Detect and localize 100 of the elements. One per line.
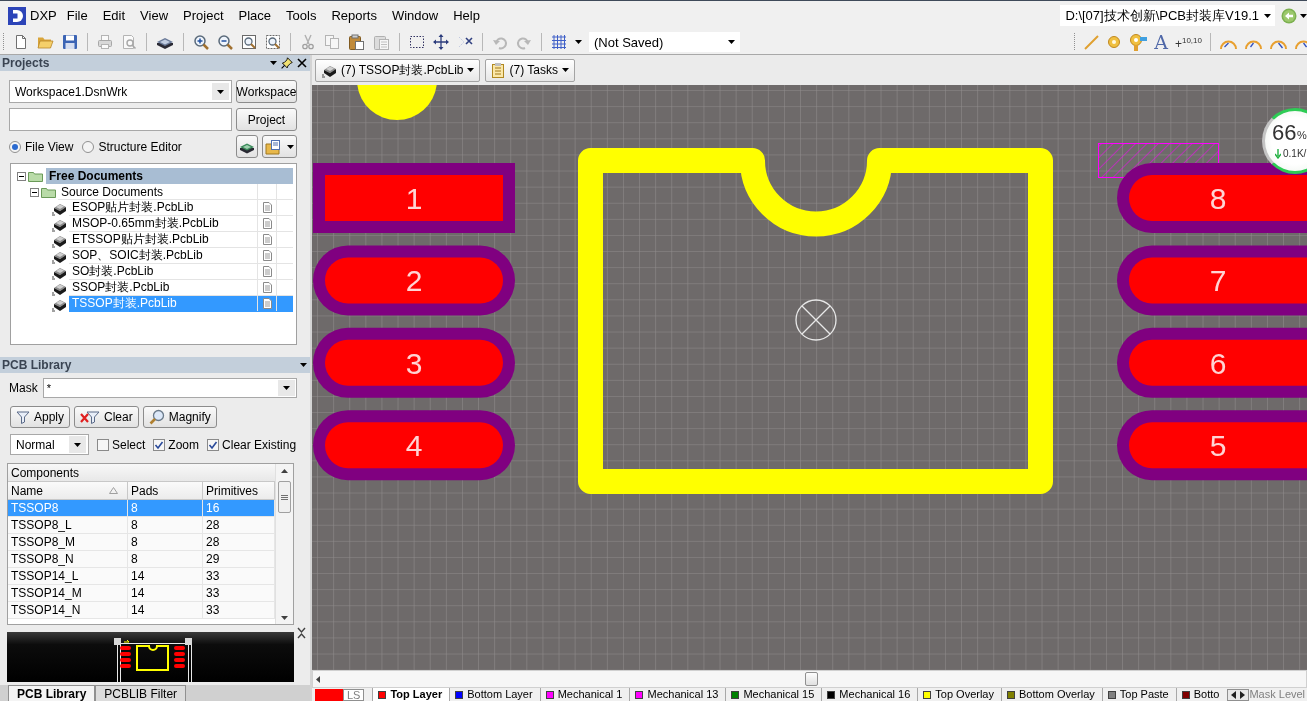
filter-button[interactable]: Clear bbox=[74, 406, 139, 428]
mask-field[interactable]: * bbox=[42, 378, 297, 398]
magnifier-icon[interactable] bbox=[148, 409, 165, 425]
toolbar-grip[interactable] bbox=[2, 32, 5, 52]
text-tool[interactable]: A bbox=[1154, 32, 1168, 52]
panel-menu-caret-icon[interactable] bbox=[270, 61, 277, 65]
select-area-icon[interactable] bbox=[409, 34, 425, 50]
project-menu-button[interactable] bbox=[262, 135, 297, 158]
option-checkbox[interactable]: Select bbox=[97, 437, 146, 452]
new-document-icon[interactable] bbox=[13, 34, 29, 50]
option-checkbox[interactable]: Clear Existing bbox=[207, 437, 297, 452]
table-row[interactable]: TSSOP8_N 8 29 bbox=[8, 551, 275, 568]
tab-scroll-icon[interactable] bbox=[1227, 688, 1250, 701]
layer-tab[interactable]: Top Overlay bbox=[917, 688, 1001, 701]
filter-button[interactable]: Apply bbox=[10, 406, 71, 428]
preview-panel[interactable] bbox=[7, 632, 294, 682]
layer-tab[interactable]: Bottom Layer bbox=[449, 688, 540, 701]
menu-item[interactable]: View bbox=[140, 8, 169, 23]
dropdown-caret-icon[interactable] bbox=[1264, 13, 1271, 18]
tree-item[interactable]: ESOP贴片封装.PcbLib bbox=[69, 200, 293, 216]
scroll-down-icon[interactable] bbox=[281, 616, 288, 620]
menu-item[interactable]: Project bbox=[183, 8, 224, 23]
zoom-out-icon[interactable] bbox=[217, 34, 233, 50]
document-tab[interactable]: (7) TSSOP封装.PcbLib bbox=[315, 58, 481, 82]
view-radio[interactable]: Structure Editor bbox=[82, 139, 182, 154]
zoom-area-icon[interactable] bbox=[265, 34, 281, 50]
move-icon[interactable] bbox=[433, 34, 449, 50]
path-dropdown[interactable]: D:\[07]技术创新\PCB封装库V19.1 bbox=[1060, 5, 1275, 26]
save-icon[interactable] bbox=[62, 34, 78, 50]
pin-icon[interactable] bbox=[281, 57, 293, 69]
layer-tab[interactable]: Botto bbox=[1175, 688, 1227, 701]
close-panel-icon[interactable] bbox=[297, 627, 306, 639]
tree-item[interactable]: Source Documents bbox=[58, 184, 293, 200]
column-header[interactable]: Pads bbox=[128, 482, 203, 499]
layer-tab[interactable]: Mechanical 13 bbox=[629, 688, 726, 701]
layer-tab[interactable]: Top Layer bbox=[372, 688, 450, 701]
table-row[interactable]: TSSOP14_N 14 33 bbox=[8, 602, 275, 619]
zoom-in-icon[interactable] bbox=[193, 34, 209, 50]
grid-caret-icon[interactable] bbox=[575, 40, 582, 44]
tree-item[interactable]: Free Documents bbox=[46, 168, 293, 184]
grid-icon[interactable] bbox=[551, 34, 567, 50]
menu-item[interactable]: Window bbox=[391, 8, 439, 23]
collapse-icon[interactable] bbox=[17, 171, 26, 181]
paste-icon[interactable] bbox=[348, 34, 365, 50]
layer-set-button[interactable]: LS bbox=[343, 688, 365, 701]
table-row[interactable]: TSSOP14_L 14 33 bbox=[8, 568, 275, 585]
table-row[interactable]: TSSOP8_L 8 28 bbox=[8, 517, 275, 534]
via-icon[interactable] bbox=[1106, 34, 1123, 50]
layer-tab[interactable]: Mechanical 16 bbox=[821, 688, 918, 701]
vertical-scrollbar[interactable] bbox=[275, 464, 293, 624]
menu-item[interactable]: Reports bbox=[331, 8, 377, 23]
menu-item[interactable]: Place bbox=[238, 8, 272, 23]
menu-item[interactable]: Edit bbox=[102, 8, 126, 23]
origin-marker[interactable] bbox=[795, 299, 837, 341]
tree-item[interactable]: ETSSOP贴片封装.PcbLib bbox=[69, 232, 293, 248]
mode-dropdown[interactable]: Normal bbox=[10, 434, 89, 455]
dropdown-caret-icon[interactable] bbox=[728, 40, 735, 44]
layer-tab[interactable]: Mechanical 15 bbox=[725, 688, 822, 701]
dropdown-button[interactable] bbox=[212, 83, 229, 100]
document-icon[interactable] bbox=[262, 298, 272, 309]
radio-icon[interactable] bbox=[82, 140, 95, 153]
table-row[interactable]: TSSOP8_M 8 28 bbox=[8, 534, 275, 551]
menu-item[interactable]: Tools bbox=[286, 8, 317, 23]
project-field[interactable] bbox=[9, 108, 232, 131]
dropdown-caret-icon[interactable] bbox=[287, 144, 294, 149]
tree-item[interactable]: SOP、SOIC封装.PcbLib bbox=[69, 248, 293, 264]
document-icon[interactable] bbox=[262, 266, 272, 277]
layer-tab[interactable]: Bottom Overlay bbox=[1001, 688, 1102, 701]
collapse-icon[interactable] bbox=[30, 187, 39, 197]
folder-page-icon[interactable] bbox=[265, 138, 283, 155]
scrollbar-thumb[interactable] bbox=[278, 481, 291, 513]
document-icon[interactable] bbox=[262, 234, 272, 245]
document-icon[interactable] bbox=[262, 218, 272, 229]
scroll-left-icon[interactable] bbox=[316, 675, 320, 683]
checkbox-icon[interactable] bbox=[97, 438, 109, 451]
table-row[interactable]: TSSOP14_M 14 33 bbox=[8, 585, 275, 602]
tree-item[interactable]: SO封装.PcbLib bbox=[69, 264, 293, 280]
dropdown-button[interactable] bbox=[69, 436, 86, 453]
workspace-dropdown[interactable]: Workspace1.DsnWrk bbox=[9, 80, 232, 103]
layer-tab[interactable]: Top Paste bbox=[1101, 688, 1176, 701]
column-header[interactable]: Name bbox=[8, 482, 128, 499]
radio-selected-icon[interactable] bbox=[9, 140, 21, 153]
menu-caret-icon[interactable] bbox=[1300, 13, 1307, 18]
menu-item[interactable]: File bbox=[66, 8, 88, 23]
component-outline[interactable] bbox=[578, 148, 1053, 494]
tree-item[interactable]: MSOP-0.65mm封装.PcbLib bbox=[69, 216, 293, 232]
checkbox-checked-icon[interactable] bbox=[207, 438, 220, 451]
view-radio[interactable]: File View bbox=[9, 139, 74, 154]
document-tab[interactable]: (7) Tasks bbox=[485, 58, 575, 82]
panel-menu-caret-icon[interactable] bbox=[300, 363, 307, 367]
document-icon[interactable] bbox=[262, 282, 272, 293]
document-dropdown[interactable]: (Not Saved) bbox=[589, 32, 740, 52]
document-icon[interactable] bbox=[262, 202, 272, 213]
scrollbar-thumb[interactable] bbox=[805, 672, 818, 686]
dropdown-button[interactable] bbox=[278, 380, 295, 396]
option-checkbox[interactable]: Zoom bbox=[153, 437, 200, 452]
current-layer-swatch[interactable] bbox=[315, 688, 343, 701]
dropdown-caret-icon[interactable] bbox=[217, 89, 224, 94]
panel-tab[interactable]: PCB Library bbox=[8, 685, 96, 701]
mask-level-label[interactable]: Mask Level bbox=[1249, 688, 1306, 701]
